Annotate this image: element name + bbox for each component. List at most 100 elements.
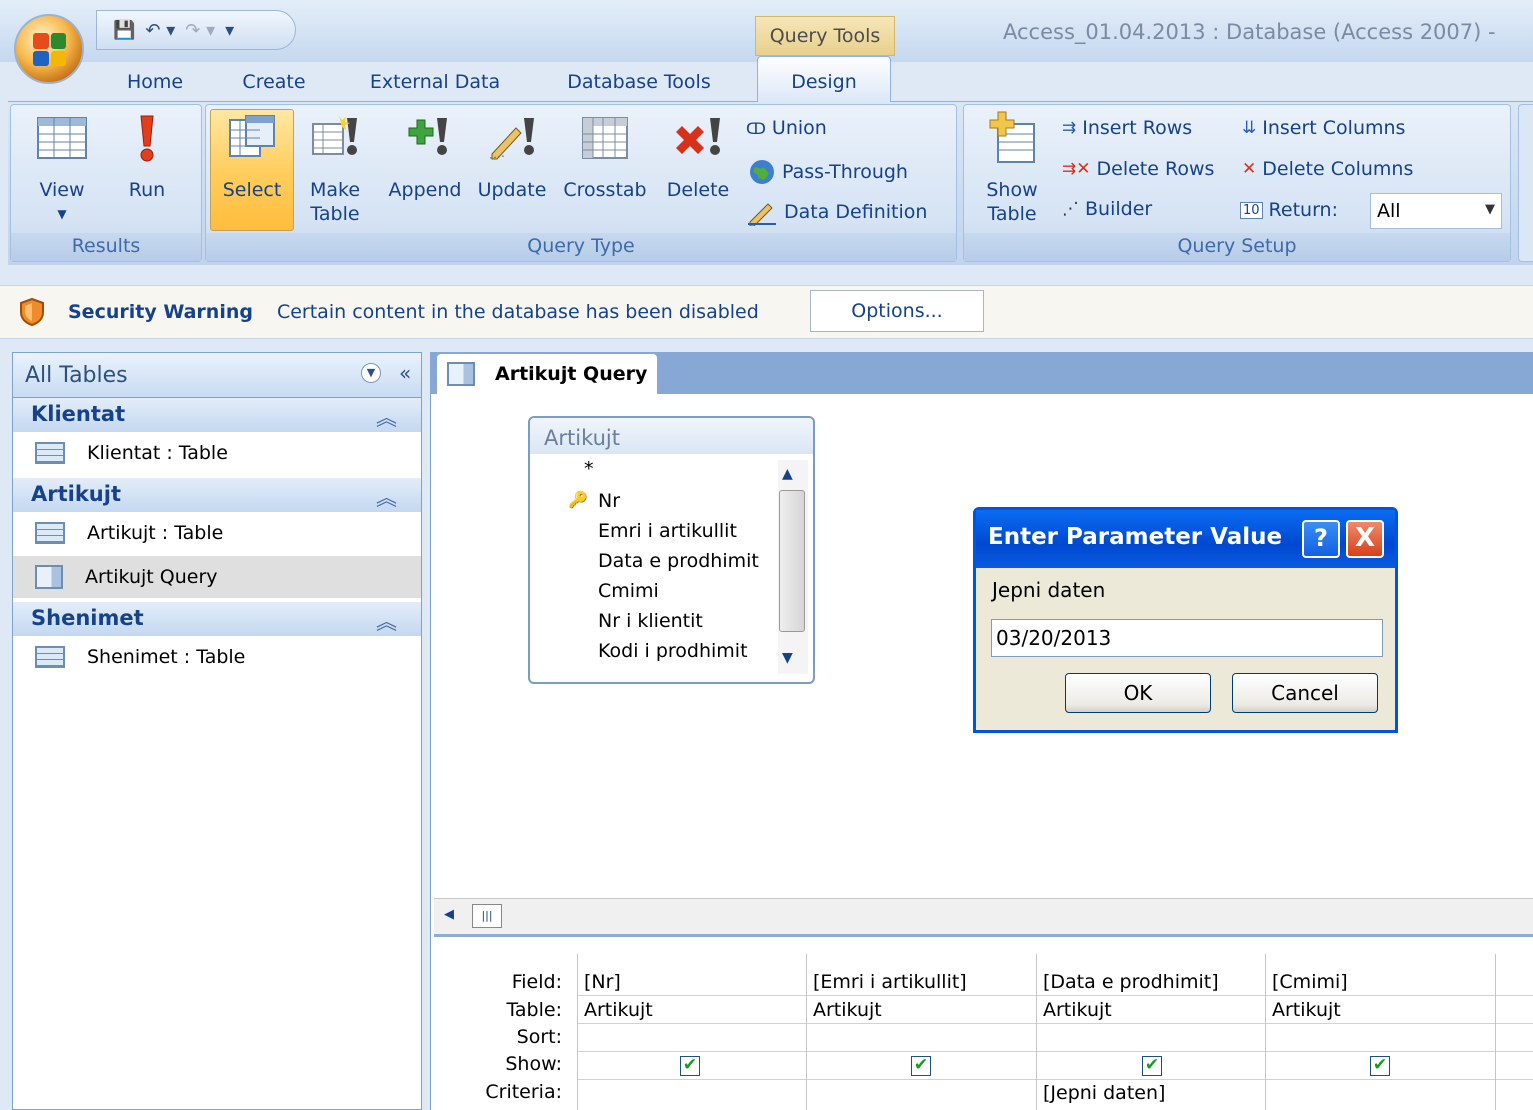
save-icon[interactable]: 💾 xyxy=(113,20,135,41)
grid-column-5 xyxy=(1495,954,1496,1110)
grid-criteria-cell[interactable]: [Jepni daten] xyxy=(1043,1082,1165,1104)
undo-icon[interactable]: ↶ ▾ xyxy=(145,20,175,41)
delete-x-icon xyxy=(676,118,720,155)
show-checkbox[interactable]: ✔ xyxy=(680,1056,700,1076)
field-list-scrollbar[interactable]: ▲ ▼ xyxy=(778,460,808,674)
nav-group-klientat[interactable]: Klientat ︽ xyxy=(13,398,421,432)
nav-item-shenimet-table[interactable]: Shenimet : Table xyxy=(13,636,421,678)
make-table-button[interactable]: Make Table xyxy=(300,110,370,226)
return-control: 10 Return: xyxy=(1240,199,1338,221)
select-query-button[interactable]: Select xyxy=(212,110,292,202)
crosstab-button[interactable]: Crosstab xyxy=(558,110,652,202)
grid-field-cell[interactable]: [Emri i artikullit] xyxy=(813,971,967,993)
table-icon xyxy=(35,522,65,544)
grid-line xyxy=(577,995,1533,996)
redo-icon[interactable]: ↷ ▾ xyxy=(185,20,215,41)
ok-button[interactable]: OK xyxy=(1065,673,1211,713)
help-icon[interactable]: ? xyxy=(1302,520,1340,558)
tab-artikujt-query[interactable]: Artikujt Query xyxy=(437,354,657,394)
grid-table-cell[interactable]: Artikujt xyxy=(1272,999,1341,1021)
grid-table-cell[interactable]: Artikujt xyxy=(584,999,653,1021)
field-list-artikujt[interactable]: Artikujt * 🔑 Nr Emri i artikullit Data e… xyxy=(528,416,815,684)
show-checkbox[interactable]: ✔ xyxy=(911,1056,931,1076)
grid-table-cell[interactable]: Artikujt xyxy=(1043,999,1112,1021)
nav-item-artikujt-table[interactable]: Artikujt : Table xyxy=(13,512,421,554)
run-button[interactable]: Run xyxy=(112,110,182,202)
insert-rows-button[interactable]: ⇉ Insert Rows xyxy=(1062,117,1192,139)
shutter-bar-close-icon[interactable]: « xyxy=(399,361,411,385)
run-exclamation-icon xyxy=(140,115,154,162)
select-label: Select xyxy=(222,179,282,201)
builder-button[interactable]: ⋰ Builder xyxy=(1062,198,1152,220)
scroll-up-icon[interactable]: ▲ xyxy=(782,466,793,482)
union-icon: ↀ xyxy=(746,118,766,138)
grid-field-cell[interactable]: [Cmimi] xyxy=(1272,971,1348,993)
show-checkbox[interactable]: ✔ xyxy=(1142,1056,1162,1076)
scroll-down-icon[interactable]: ▼ xyxy=(782,650,793,666)
grid-field-cell[interactable]: [Nr] xyxy=(584,971,621,993)
show-table-button[interactable]: Show Table xyxy=(974,110,1050,226)
pass-through-label: Pass-Through xyxy=(782,161,908,183)
data-definition-button[interactable]: Data Definition xyxy=(746,198,927,226)
tab-database-tools[interactable]: Database Tools xyxy=(556,66,722,100)
scroll-thumb[interactable] xyxy=(779,490,805,632)
nav-item-artikujt-query[interactable]: Artikujt Query xyxy=(13,556,421,598)
office-button[interactable] xyxy=(14,14,84,84)
field-list-item[interactable]: Cmimi xyxy=(598,580,659,602)
message-bar: Security Warning Certain content in the … xyxy=(0,285,1533,339)
parameter-input[interactable]: 03/20/2013 xyxy=(991,619,1383,657)
grid-column-1 xyxy=(577,954,578,1110)
field-list-item[interactable]: Emri i artikullit xyxy=(598,520,737,542)
view-button[interactable]: View ▼ xyxy=(24,110,100,226)
tab-external-data[interactable]: External Data xyxy=(362,66,508,100)
delete-columns-button[interactable]: ✕ Delete Columns xyxy=(1242,158,1413,180)
show-checkbox[interactable]: ✔ xyxy=(1370,1056,1390,1076)
chevron-down-icon: ▼ xyxy=(1485,202,1495,217)
nav-group-artikujt[interactable]: Artikujt ︽ xyxy=(13,478,421,512)
return-combo[interactable]: All ▼ xyxy=(1370,193,1502,229)
delete-query-button[interactable]: Delete xyxy=(662,110,734,202)
nav-group-label: Artikujt xyxy=(31,482,121,506)
globe-icon xyxy=(750,160,774,184)
delete-rows-icon: ⇉✕ xyxy=(1062,159,1091,179)
append-button[interactable]: Append xyxy=(380,110,470,202)
builder-label: Builder xyxy=(1085,198,1153,220)
close-icon[interactable]: X xyxy=(1346,520,1384,558)
nav-header[interactable]: All Tables ▼ « xyxy=(12,352,422,398)
cancel-button[interactable]: Cancel xyxy=(1232,673,1378,713)
design-grid xyxy=(434,934,1533,1110)
nav-group-label: Klientat xyxy=(31,402,126,426)
field-list-item[interactable]: Data e prodhimit xyxy=(598,550,759,572)
grid-table-cell[interactable]: Artikujt xyxy=(813,999,882,1021)
scroll-thumb[interactable]: ||| xyxy=(472,904,502,928)
nav-group-shenimet[interactable]: Shenimet ︽ xyxy=(13,602,421,636)
enter-parameter-dialog: Enter Parameter Value ? X Jepni daten 03… xyxy=(973,507,1398,733)
field-list-item[interactable]: * xyxy=(584,458,594,480)
options-button[interactable]: Options... xyxy=(810,290,984,332)
return-icon: 10 xyxy=(1240,201,1263,219)
field-list-item[interactable]: Nr xyxy=(598,490,620,512)
design-horizontal-scrollbar[interactable]: ◀ ||| xyxy=(434,898,1533,934)
insert-columns-button[interactable]: ⇊ Insert Columns xyxy=(1242,117,1405,139)
row-label-field: Field: xyxy=(511,971,562,993)
pass-through-button[interactable]: Pass-Through xyxy=(748,158,908,186)
nav-menu-icon[interactable]: ▼ xyxy=(361,363,381,383)
field-list-item[interactable]: Kodi i prodhimit xyxy=(598,640,748,662)
grid-field-cell[interactable]: [Data e prodhimit] xyxy=(1043,971,1219,993)
insert-columns-label: Insert Columns xyxy=(1262,117,1406,139)
tab-design[interactable]: Design xyxy=(757,56,891,102)
union-button[interactable]: ↀ Union xyxy=(746,117,827,139)
query-icon xyxy=(447,362,475,386)
delete-rows-button[interactable]: ⇉✕ Delete Rows xyxy=(1062,158,1214,180)
tab-create[interactable]: Create xyxy=(236,66,312,100)
field-list-item[interactable]: Nr i klientit xyxy=(598,610,703,632)
tab-home[interactable]: Home xyxy=(120,66,190,100)
make-table-icon xyxy=(312,116,357,155)
row-label-table: Table: xyxy=(506,999,562,1021)
delete-rows-label: Delete Rows xyxy=(1096,158,1215,180)
nav-item-klientat-table[interactable]: Klientat : Table xyxy=(13,432,421,474)
customize-qat-icon[interactable]: ▾ xyxy=(225,20,234,41)
scroll-left-icon[interactable]: ◀ xyxy=(444,907,454,922)
update-button[interactable]: Update xyxy=(472,110,552,202)
field-list-title: Artikujt xyxy=(530,418,813,454)
